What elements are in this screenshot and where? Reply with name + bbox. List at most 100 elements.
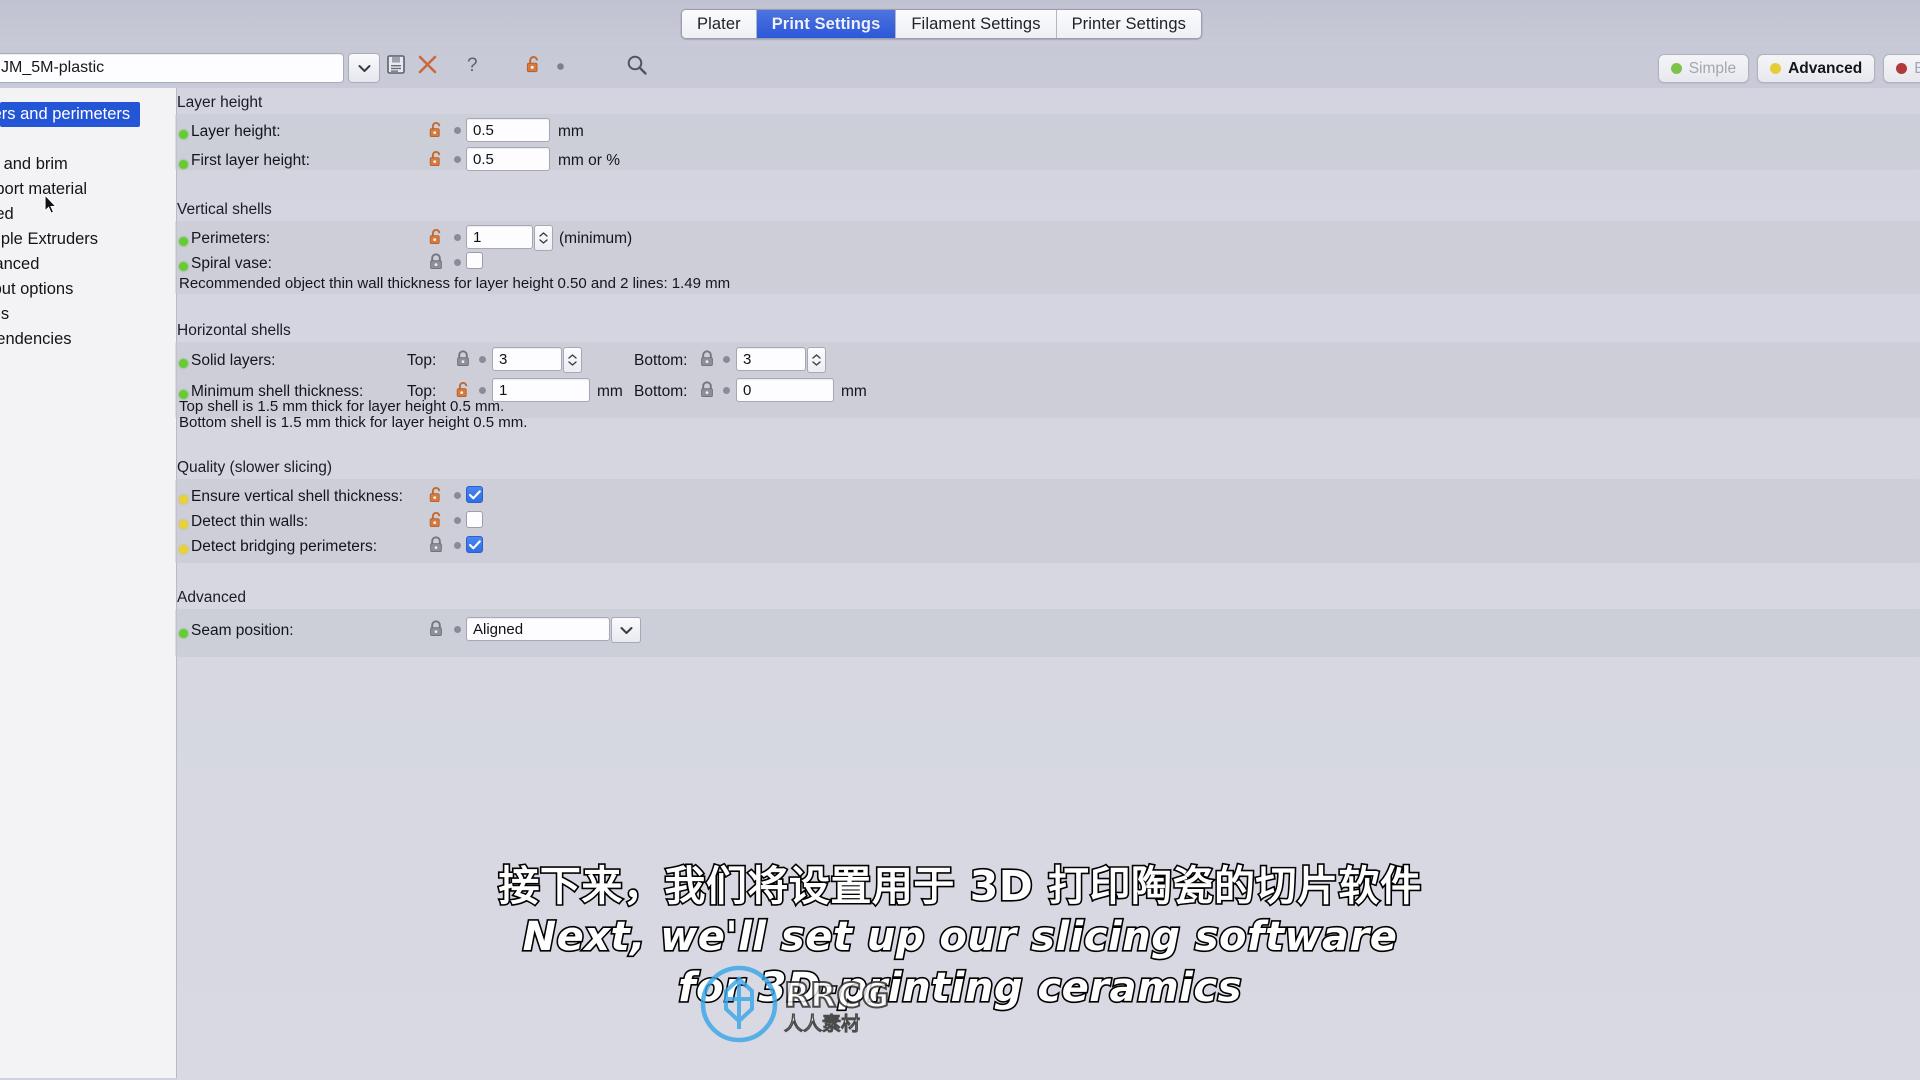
unlocked-padlock-icon [525, 55, 542, 79]
checkbox-spiral-vase[interactable] [466, 252, 483, 269]
revert-dot-spiral-vase[interactable] [454, 259, 461, 266]
revert-dot-solid-layers-top[interactable] [479, 356, 486, 363]
locked-padlock-icon-min-shell-bottom[interactable] [699, 381, 715, 399]
revert-dot-solid-layers-bottom[interactable] [723, 356, 730, 363]
sidebar-label-layers-and-perimeters: Layers and perimeters [0, 105, 131, 123]
sidebar-item-notes[interactable]: Notes [0, 302, 176, 327]
input-min-shell-top[interactable]: 1 [492, 378, 590, 402]
sidebar-item-layers-and-perimeters[interactable]: Layers and perimeters [0, 102, 140, 127]
sidebar-item-skirt-and-brim[interactable]: Skirt and brim [0, 152, 176, 177]
unlocked-padlock-icon-min-shell-top[interactable] [455, 381, 471, 399]
tab-plater[interactable]: Plater [682, 10, 757, 38]
group-title-quality: Quality (slower slicing) [177, 459, 333, 476]
locked-padlock-icon-solid-layers-bottom[interactable] [699, 350, 715, 368]
label-solid-layers: Solid layers: [191, 352, 276, 369]
preset-dropdown-button[interactable] [348, 53, 380, 83]
mode-button-advanced[interactable]: Advanced [1757, 54, 1876, 83]
label-seam-position: Seam position: [191, 622, 294, 639]
chevron-down-icon [539, 239, 548, 244]
revert-dot-perimeters[interactable] [454, 234, 461, 241]
input-first-layer-height[interactable]: 0.5 [466, 147, 550, 171]
sidebar-label-multiple-extruders: Multiple Extruders [0, 230, 99, 248]
revert-dot-seam-position[interactable] [454, 626, 461, 633]
spinner-perimeters[interactable] [534, 225, 553, 251]
sidebar-item-support-material[interactable]: Support material [0, 177, 176, 202]
unlocked-padlock-icon-detect-thin-walls[interactable] [428, 511, 444, 529]
sidebar-item-speed[interactable]: Speed [0, 202, 176, 227]
toolbar-revert-dot[interactable] [552, 53, 568, 81]
chevron-down-icon [358, 64, 371, 73]
revert-dot-detect-bridging-perimeters[interactable] [454, 542, 461, 549]
chevron-up-icon [812, 354, 821, 359]
select-seam-position[interactable]: Aligned [466, 617, 610, 641]
unlocked-padlock-icon-ensure-vertical-shell[interactable] [428, 486, 444, 504]
unit-perimeters: (minimum) [559, 230, 633, 247]
label-perimeters: Perimeters: [191, 230, 271, 247]
input-layer-height[interactable]: 0.5 [466, 118, 550, 142]
sidebar-label-output-options: Output options [0, 280, 74, 298]
unlocked-padlock-icon-perimeters[interactable] [428, 228, 444, 246]
revert-dot-ensure-vertical-shell[interactable] [454, 492, 461, 499]
check-icon [468, 489, 481, 499]
search-button[interactable] [622, 53, 652, 81]
sidebar-label-notes: Notes [0, 305, 10, 323]
input-solid-layers-top[interactable]: 3 [492, 347, 562, 371]
mode-dot-expert [1896, 63, 1908, 74]
sidebar-item-multiple-extruders[interactable]: Multiple Extruders [0, 227, 176, 252]
group-title-layer-height: Layer height [177, 94, 263, 111]
input-solid-layers-bottom[interactable]: 3 [736, 347, 806, 371]
locked-padlock-icon-detect-bridging-perimeters[interactable] [428, 536, 444, 554]
revert-dot-icon [556, 58, 565, 76]
tab-filament-settings[interactable]: Filament Settings [896, 10, 1057, 38]
input-perimeters[interactable]: 1 [466, 225, 533, 249]
locked-padlock-icon-solid-layers-top[interactable] [455, 350, 471, 368]
revert-dot-first-layer-height[interactable] [454, 156, 461, 163]
checkbox-ensure-vertical-shell-thickness[interactable] [466, 486, 483, 503]
checkbox-detect-thin-walls[interactable] [466, 511, 483, 528]
status-bullet-first-layer-height [179, 160, 188, 169]
mode-button-simple[interactable]: Simple [1657, 54, 1750, 83]
svg-text:?: ? [467, 55, 478, 75]
application-window: Plater Print Settings Filament Settings … [0, 0, 1920, 1080]
revert-dot-min-shell-top[interactable] [479, 387, 486, 394]
revert-dot-detect-thin-walls[interactable] [454, 517, 461, 524]
tab-print-settings[interactable]: Print Settings [756, 10, 897, 38]
spinner-solid-layers-bottom[interactable] [807, 347, 826, 373]
checkbox-detect-bridging-perimeters[interactable] [466, 536, 483, 553]
revert-dot-layer-height[interactable] [454, 127, 461, 134]
seam-position-dropdown-button[interactable] [611, 617, 641, 643]
search-icon [626, 54, 648, 81]
mode-dot-advanced [1770, 63, 1782, 74]
sidebar-item-dependencies[interactable]: Dependencies [0, 327, 176, 352]
status-bullet-perimeters [179, 237, 188, 246]
toolbar-lock-button[interactable] [518, 53, 548, 81]
unit-first-layer-height: mm or % [558, 152, 620, 169]
preset-combo-box[interactable]: JM_5M-plastic [0, 53, 344, 83]
unlocked-padlock-icon-layer-height[interactable] [428, 121, 444, 139]
save-preset-button[interactable] [381, 53, 411, 81]
sidebar-label-skirt-and-brim: Skirt and brim [0, 155, 68, 173]
settings-sidebar: Layers and perimeters Infill Skirt and b… [0, 88, 177, 1078]
sidebar-label-dependencies: Dependencies [0, 330, 72, 348]
unlocked-padlock-icon-first-layer-height[interactable] [428, 150, 444, 168]
sidebar-item-output-options[interactable]: Output options [0, 277, 176, 302]
locked-padlock-icon-seam-position[interactable] [428, 620, 444, 638]
spinner-solid-layers-top[interactable] [563, 347, 582, 373]
help-button[interactable]: ? [458, 53, 488, 81]
status-bullet-spiral-vase [179, 262, 188, 271]
delete-preset-button[interactable] [412, 53, 442, 81]
input-min-shell-bottom[interactable]: 0 [736, 378, 834, 402]
mode-button-expert[interactable]: Expert [1883, 54, 1920, 83]
status-bullet-layer-height [179, 130, 188, 139]
sidebar-label-advanced: Advanced [0, 255, 40, 273]
chevron-down-icon [568, 361, 577, 366]
locked-padlock-icon-spiral-vase[interactable] [428, 253, 444, 271]
chevron-up-icon [568, 354, 577, 359]
sidebar-item-advanced[interactable]: Advanced [0, 252, 176, 277]
sublabel-min-shell-bottom: Bottom: [634, 383, 688, 400]
sidebar-item-infill[interactable]: Infill [0, 127, 176, 152]
tab-printer-settings[interactable]: Printer Settings [1056, 10, 1201, 38]
status-bullet-seam-position [179, 629, 188, 638]
label-detect-bridging-perimeters: Detect bridging perimeters: [191, 538, 378, 555]
revert-dot-min-shell-bottom[interactable] [723, 387, 730, 394]
